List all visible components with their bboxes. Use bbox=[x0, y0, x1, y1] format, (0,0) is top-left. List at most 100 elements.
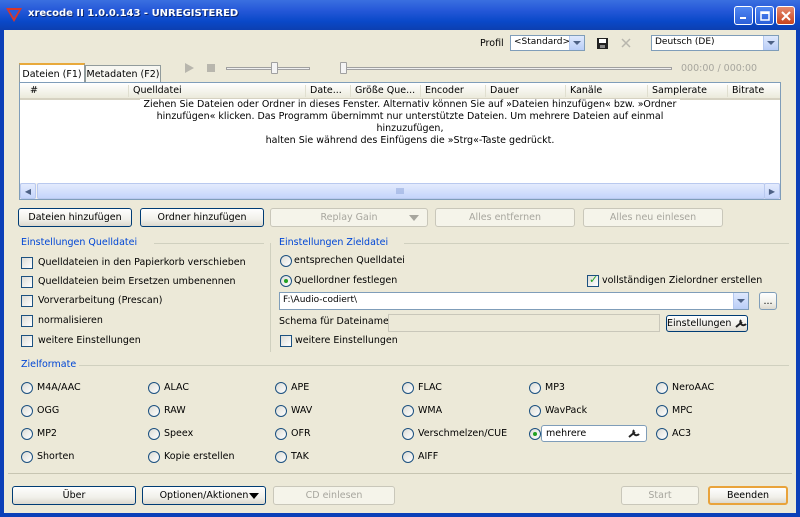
column-header-samplerate[interactable]: Samplerate bbox=[647, 85, 707, 97]
column-header-date[interactable]: Date... bbox=[305, 85, 342, 97]
format-label: RAW bbox=[164, 405, 186, 416]
title-bar[interactable]: xrecode II 1.0.0.143 - UNREGISTERED bbox=[0, 0, 800, 30]
about-button[interactable]: Über bbox=[12, 486, 136, 505]
language-dropdown[interactable]: Deutsch (DE) bbox=[651, 35, 779, 51]
tab-metadata[interactable]: Metadaten (F2) bbox=[85, 65, 161, 83]
formats-title: Zielformate bbox=[21, 359, 77, 370]
format-copy-radio[interactable] bbox=[148, 451, 160, 463]
normalize-checkbox[interactable] bbox=[21, 315, 33, 327]
close-icon bbox=[780, 10, 791, 21]
maximize-button[interactable] bbox=[755, 6, 774, 25]
volume-slider-thumb[interactable] bbox=[271, 62, 278, 74]
format-wavpack-radio[interactable] bbox=[529, 405, 541, 417]
format-ofr-radio[interactable] bbox=[275, 428, 287, 440]
multiple-formats-button[interactable]: mehrere bbox=[541, 425, 647, 442]
target-more-settings-checkbox[interactable] bbox=[280, 335, 292, 347]
browse-button[interactable]: ... bbox=[759, 292, 777, 310]
tab-files[interactable]: Dateien (F1) bbox=[19, 63, 85, 83]
format-ac3-radio[interactable] bbox=[656, 428, 668, 440]
profile-dropdown[interactable]: <Standard> bbox=[510, 35, 585, 51]
minimize-button[interactable] bbox=[734, 6, 753, 25]
scrollbar-thumb[interactable] bbox=[37, 183, 765, 199]
format-ogg-radio[interactable] bbox=[21, 405, 33, 417]
rename-source-checkbox[interactable] bbox=[21, 276, 33, 288]
options-actions-button[interactable]: Optionen/Aktionen bbox=[142, 486, 266, 505]
same-as-source-radio[interactable] bbox=[280, 255, 292, 267]
maximize-icon bbox=[759, 10, 770, 21]
column-header-bitrate[interactable]: Bitrate bbox=[727, 85, 764, 97]
divider bbox=[154, 243, 264, 244]
options-actions-label: Optionen/Aktionen bbox=[159, 490, 249, 501]
add-folder-button[interactable]: Ordner hinzufügen bbox=[140, 208, 264, 227]
client-area: Profil <Standard> Deutsch (DE) 000:00 / … bbox=[4, 30, 796, 513]
quit-button[interactable]: Beenden bbox=[708, 486, 788, 505]
scroll-left-icon[interactable]: ◀ bbox=[20, 183, 36, 199]
source-more-settings-label: weitere Einstellungen bbox=[38, 335, 141, 346]
list-header: # Quelldatei Date... Größe Que... Encode… bbox=[20, 83, 780, 100]
read-cd-button[interactable]: CD einlesen bbox=[273, 486, 395, 505]
seek-slider-thumb[interactable] bbox=[340, 62, 347, 74]
format-ape-radio[interactable] bbox=[275, 382, 287, 394]
format-wav-radio[interactable] bbox=[275, 405, 287, 417]
format-speex-radio[interactable] bbox=[148, 428, 160, 440]
remove-all-button[interactable]: Alles entfernen bbox=[435, 208, 575, 227]
language-value: Deutsch (DE) bbox=[655, 37, 715, 47]
format-multiple-radio[interactable] bbox=[529, 428, 541, 440]
play-icon[interactable] bbox=[185, 63, 194, 73]
divider bbox=[79, 365, 789, 366]
column-header-duration[interactable]: Dauer bbox=[485, 85, 519, 97]
reload-all-button[interactable]: Alles neu einlesen bbox=[583, 208, 723, 227]
trash-source-checkbox[interactable] bbox=[21, 257, 33, 269]
column-header-size[interactable]: Größe Que... bbox=[350, 85, 415, 97]
file-list[interactable]: # Quelldatei Date... Größe Que... Encode… bbox=[19, 82, 781, 200]
format-label: WavPack bbox=[545, 405, 588, 416]
format-shorten-radio[interactable] bbox=[21, 451, 33, 463]
format-label: WAV bbox=[291, 405, 313, 416]
format-alac-radio[interactable] bbox=[148, 382, 160, 394]
format-tak-radio[interactable] bbox=[275, 451, 287, 463]
column-header-channels[interactable]: Kanäle bbox=[565, 85, 602, 97]
close-button[interactable] bbox=[776, 6, 795, 25]
time-display: 000:00 / 000:00 bbox=[681, 63, 758, 74]
replay-gain-button[interactable]: Replay Gain bbox=[270, 208, 428, 227]
volume-slider[interactable] bbox=[226, 67, 310, 70]
schema-settings-button[interactable]: Einstellungen bbox=[666, 315, 748, 332]
format-mp2-radio[interactable] bbox=[21, 428, 33, 440]
format-mp3-radio[interactable] bbox=[529, 382, 541, 394]
format-raw-radio[interactable] bbox=[148, 405, 160, 417]
horizontal-scrollbar[interactable]: ◀ ▶ bbox=[20, 183, 780, 199]
drop-hint-line: halten Sie während des Einfügens die »St… bbox=[265, 135, 555, 146]
target-folder-combo[interactable]: F:\Audio-codiert\ bbox=[279, 292, 749, 310]
schema-label: Schema für Dateinamen bbox=[279, 316, 395, 327]
format-label: AIFF bbox=[418, 451, 439, 462]
format-mpc-radio[interactable] bbox=[656, 405, 668, 417]
scroll-right-icon[interactable]: ▶ bbox=[764, 183, 780, 199]
format-aiff-radio[interactable] bbox=[402, 451, 414, 463]
target-more-settings-label: weitere Einstellungen bbox=[295, 335, 398, 346]
full-path-checkbox[interactable] bbox=[587, 273, 599, 287]
save-profile-icon[interactable] bbox=[597, 38, 608, 49]
stop-icon[interactable] bbox=[207, 64, 215, 72]
schema-input[interactable] bbox=[388, 314, 660, 332]
format-m4a-aac-radio[interactable] bbox=[21, 382, 33, 394]
format-wma-radio[interactable] bbox=[402, 405, 414, 417]
column-header-number[interactable]: # bbox=[26, 85, 38, 97]
wrench-icon bbox=[735, 318, 747, 328]
set-folder-radio[interactable] bbox=[280, 275, 292, 287]
delete-profile-icon[interactable] bbox=[621, 38, 631, 48]
source-more-settings-checkbox[interactable] bbox=[21, 335, 33, 347]
prescan-checkbox[interactable] bbox=[21, 295, 33, 307]
seek-slider[interactable] bbox=[342, 67, 672, 70]
column-header-source[interactable]: Quelldatei bbox=[128, 85, 182, 97]
start-button[interactable]: Start bbox=[621, 486, 699, 505]
format-merge-cue-radio[interactable] bbox=[402, 428, 414, 440]
divider bbox=[404, 243, 789, 244]
add-files-button[interactable]: Dateien hinzufügen bbox=[18, 208, 132, 227]
column-header-encoder[interactable]: Encoder bbox=[420, 85, 464, 97]
format-neroaac-radio[interactable] bbox=[656, 382, 668, 394]
format-flac-radio[interactable] bbox=[402, 382, 414, 394]
format-label: Speex bbox=[164, 428, 194, 439]
chevron-down-icon bbox=[569, 36, 584, 50]
format-label: WMA bbox=[418, 405, 443, 416]
tab-metadata-label: Metadaten (F2) bbox=[86, 69, 160, 80]
